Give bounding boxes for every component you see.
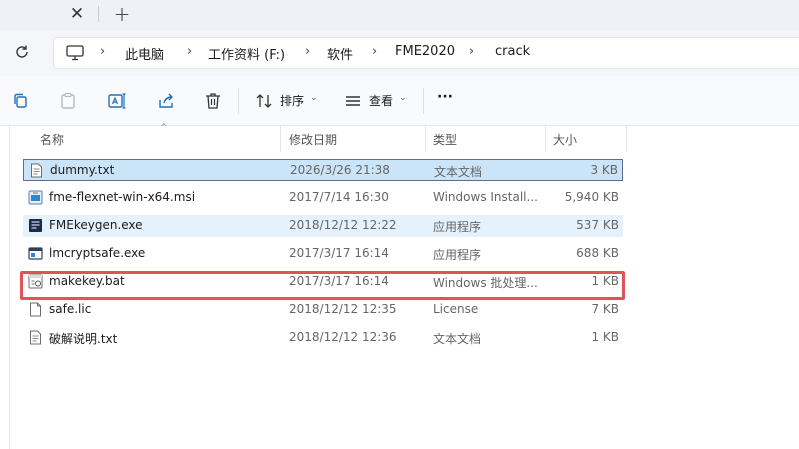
breadcrumb-this-pc[interactable]: 此电脑 — [125, 44, 164, 63]
breadcrumb[interactable]: › 此电脑 › 工作资料 (F:) › 软件 › FME2020 › crack — [53, 37, 799, 69]
copy-icon[interactable] — [11, 91, 31, 111]
column-divider[interactable] — [280, 126, 281, 152]
refresh-icon[interactable] — [12, 42, 32, 62]
file-size: 688 KB — [576, 246, 619, 260]
text-file-icon — [30, 330, 41, 345]
file-date: 2017/7/14 16:30 — [289, 190, 389, 204]
chevron-right-icon[interactable]: › — [305, 44, 310, 59]
msi-installer-icon — [28, 190, 43, 205]
tab-bar: ✕ + — [0, 0, 799, 30]
file-type: Windows Install... — [433, 190, 538, 204]
toolbar-separator — [238, 88, 239, 114]
breadcrumb-drive-f[interactable]: 工作资料 (F:) — [208, 44, 285, 63]
breadcrumb-software[interactable]: 软件 — [327, 44, 353, 63]
rename-icon[interactable] — [107, 91, 127, 111]
paste-icon[interactable] — [58, 91, 78, 111]
column-header-name[interactable]: 名称 — [40, 131, 64, 148]
file-name: fme-flexnet-win-x64.msi — [49, 190, 196, 204]
chevron-right-icon[interactable]: › — [100, 44, 105, 59]
sort-caret-icon: ^ — [160, 123, 168, 133]
column-divider[interactable] — [626, 126, 627, 152]
file-type: 应用程序 — [433, 248, 482, 262]
highlight-annotation-box — [20, 271, 625, 300]
chevron-right-icon[interactable]: › — [469, 44, 474, 59]
column-header-size[interactable]: 大小 — [553, 131, 577, 148]
address-bar: › 此电脑 › 工作资料 (F:) › 软件 › FME2020 › crack — [0, 30, 799, 76]
column-divider[interactable] — [425, 126, 426, 152]
new-tab-icon[interactable]: + — [111, 2, 133, 26]
column-header-row: ^ 名称 修改日期 类型 大小 — [10, 123, 799, 152]
chevron-right-icon[interactable]: › — [372, 44, 377, 59]
command-bar: 排序 ⌄ 查看 ⌄ ··· — [0, 76, 799, 126]
file-name: lmcryptsafe.exe — [49, 246, 146, 260]
file-name: 破解说明.txt — [49, 332, 118, 346]
file-row-lmcryptsafe[interactable]: lmcryptsafe.exe 2017/3/17 16:14 应用程序 688… — [23, 243, 623, 265]
file-size: 3 KB — [590, 163, 618, 177]
file-date: 2026/3/26 21:38 — [290, 163, 390, 177]
file-size: 7 KB — [591, 302, 619, 316]
column-header-type[interactable]: 类型 — [433, 131, 457, 148]
exe-window-icon — [28, 247, 43, 260]
keygen-exe-icon — [29, 219, 42, 232]
file-date: 2017/3/17 16:14 — [289, 246, 389, 260]
breadcrumb-fme2020[interactable]: FME2020 — [395, 44, 455, 59]
file-date: 2018/12/12 12:35 — [289, 302, 397, 316]
file-row-fme-flexnet[interactable]: fme-flexnet-win-x64.msi 2017/7/14 16:30 … — [23, 187, 623, 209]
file-name: dummy.txt — [50, 163, 115, 177]
this-pc-icon[interactable] — [66, 45, 84, 61]
file-date: 2018/12/12 12:36 — [289, 330, 397, 344]
sort-button[interactable]: 排序 — [280, 92, 304, 109]
file-row-safe-lic[interactable]: safe.lic 2018/12/12 12:35 License 7 KB — [23, 299, 623, 321]
file-type: 应用程序 — [433, 220, 482, 234]
file-row-fmekeygen[interactable]: FMEkeygen.exe 2018/12/12 12:22 应用程序 537 … — [23, 215, 623, 237]
file-size: 5,940 KB — [564, 190, 619, 204]
file-row-crack-readme[interactable]: 破解说明.txt 2018/12/12 12:36 文本文档 1 KB — [23, 327, 623, 349]
file-date: 2018/12/12 12:22 — [289, 218, 397, 232]
close-tab-icon[interactable]: ✕ — [66, 3, 88, 25]
file-name: safe.lic — [49, 302, 92, 316]
column-divider[interactable] — [545, 126, 546, 152]
tab-separator — [98, 6, 99, 22]
blank-file-icon — [30, 302, 41, 317]
toolbar-separator — [423, 88, 424, 114]
file-row-dummy[interactable]: dummy.txt 2026/3/26 21:38 文本文档 3 KB — [23, 159, 623, 181]
nav-pane-divider — [9, 126, 10, 449]
view-icon[interactable] — [343, 91, 363, 111]
breadcrumb-crack[interactable]: crack — [495, 44, 530, 59]
sort-icon[interactable] — [254, 91, 274, 111]
text-file-icon — [31, 163, 42, 178]
chevron-down-icon[interactable]: ⌄ — [399, 93, 407, 103]
chevron-right-icon[interactable]: › — [187, 44, 192, 59]
chevron-down-icon[interactable]: ⌄ — [310, 93, 318, 103]
more-options-button[interactable]: ··· — [437, 89, 453, 105]
file-size: 1 KB — [591, 330, 619, 344]
column-header-date[interactable]: 修改日期 — [289, 131, 337, 148]
file-name: FMEkeygen.exe — [49, 218, 143, 232]
file-type: License — [433, 302, 479, 316]
file-size: 537 KB — [576, 218, 619, 232]
file-type: 文本文档 — [433, 332, 482, 346]
view-button[interactable]: 查看 — [369, 92, 393, 109]
file-type: 文本文档 — [434, 165, 483, 179]
share-icon[interactable] — [156, 91, 176, 111]
delete-icon[interactable] — [203, 91, 223, 111]
